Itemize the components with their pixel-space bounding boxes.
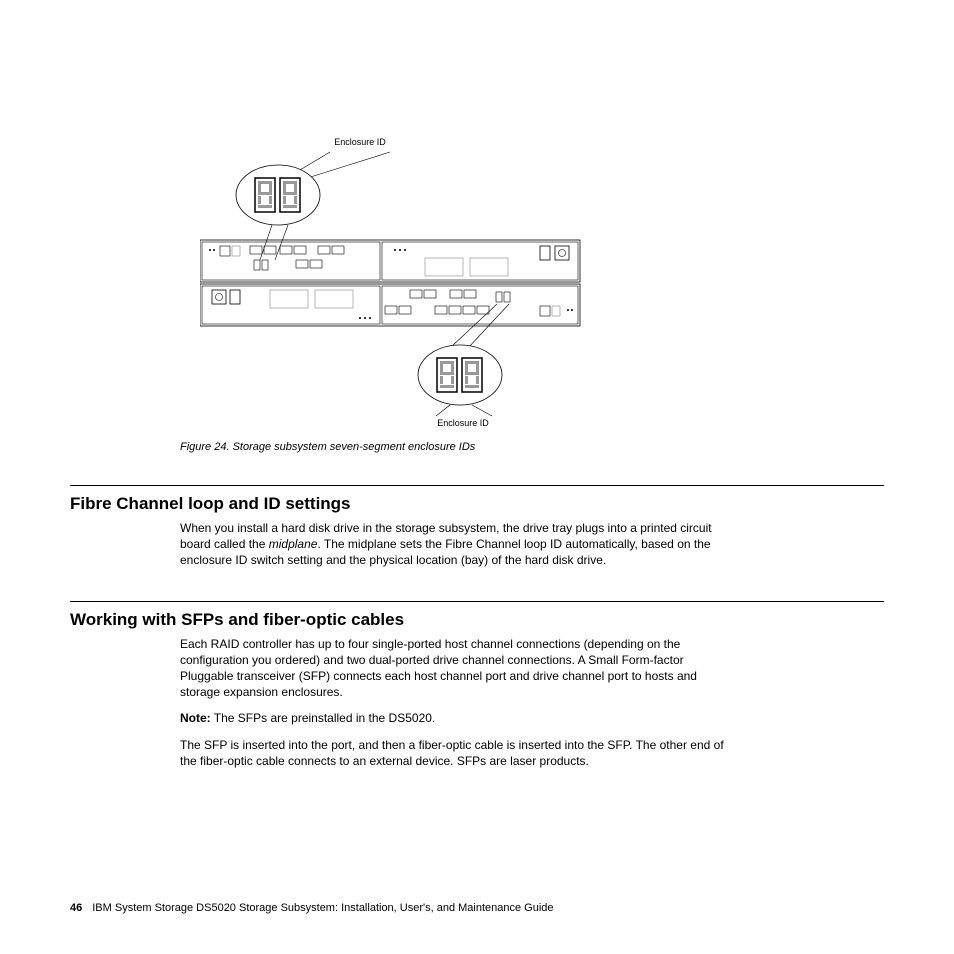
sfp-note: Note: The SFPs are preinstalled in the D… — [180, 710, 740, 726]
sfp-paragraph-2: The SFP is inserted into the port, and t… — [180, 737, 740, 769]
sfp-paragraph-1: Each RAID controller has up to four sing… — [180, 636, 740, 701]
figure-diagram: Enclosure ID — [200, 130, 600, 435]
section-divider — [70, 601, 884, 602]
section-divider — [70, 485, 884, 486]
heading-sfp-cables: Working with SFPs and fiber-optic cables — [70, 610, 884, 630]
enclosure-id-label-top: Enclosure ID — [334, 137, 386, 147]
page-number: 46 — [70, 902, 82, 914]
enclosure-id-label-bottom: Enclosure ID — [437, 418, 489, 428]
document-page: Enclosure ID — [0, 0, 954, 954]
heading-fibre-channel: Fibre Channel loop and ID settings — [70, 494, 884, 514]
note-text: The SFPs are preinstalled in the DS5020. — [211, 711, 436, 725]
midplane-term: midplane — [269, 537, 318, 551]
fibre-paragraph: When you install a hard disk drive in th… — [180, 520, 740, 569]
page-footer: 46 IBM System Storage DS5020 Storage Subs… — [70, 902, 554, 914]
figure-block: Enclosure ID — [180, 130, 884, 453]
footer-title: IBM System Storage DS5020 Storage Subsys… — [92, 902, 553, 914]
figure-caption: Figure 24. Storage subsystem seven-segme… — [180, 441, 884, 453]
note-label: Note: — [180, 711, 211, 725]
